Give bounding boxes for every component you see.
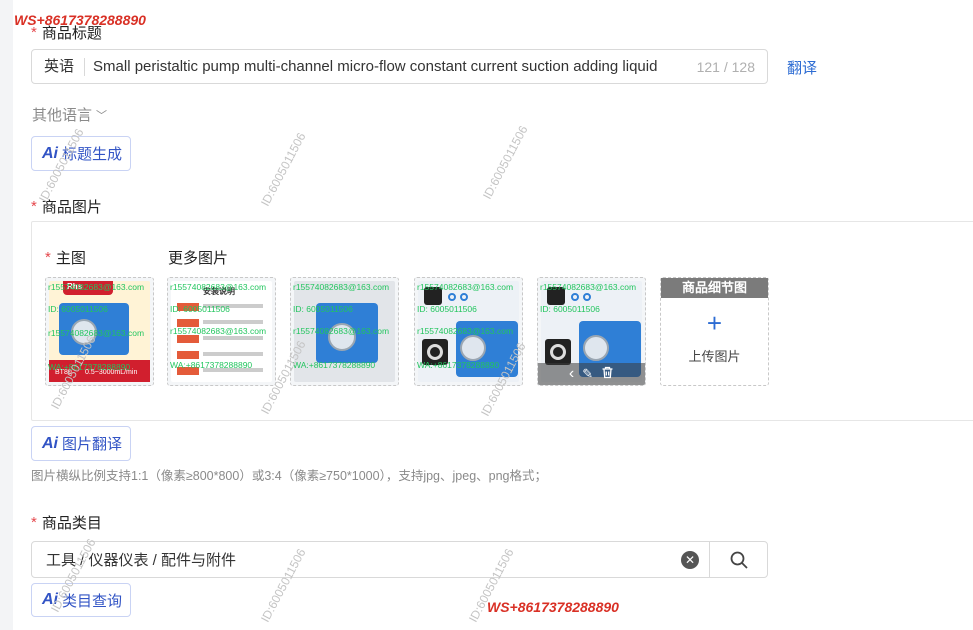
pump-head [583,335,609,361]
product-category-label: * 商品类目 [31,512,102,533]
email-watermark: r15574082683@163.com [540,282,637,292]
clear-icon[interactable]: ✕ [681,550,699,569]
category-lookup-button[interactable]: Ai 类目查询 [31,583,132,617]
email-watermark: r15574082683@163.com [417,282,514,292]
other-languages-toggle[interactable]: 其他语言 ﹀ [32,104,107,125]
upload-image-label: 上传图片 [688,349,741,364]
pump-head [460,335,486,361]
email-watermark: r15574082683@163.com [48,282,145,292]
product-title-label: * 商品标题 [31,22,102,43]
search-button[interactable] [709,542,767,577]
chevron-down-icon: ﹀ [96,109,108,122]
plus-icon: + [706,308,723,338]
edit-icon[interactable]: ✎ [582,366,593,382]
id-watermark: ID:6005011506 [480,123,531,202]
left-panel-edge [0,0,13,630]
wa-watermark: WA:+8617378288890 [293,360,376,370]
doc-row [177,351,199,359]
image-format-hint: 图片横纵比例支持1:1（像素≥800*800）或3:4（像素≥750*1000）… [31,469,547,483]
translate-images-button[interactable]: Ai 图片翻译 [31,426,132,461]
detail-ring [427,344,443,360]
other-languages-label: 其他语言 [32,107,93,124]
email-watermark: r15574082683@163.com [48,328,145,338]
id-watermark: ID: 6005011506 [293,304,353,314]
doc-row [203,320,263,324]
wa-watermark: WA:+8617378288890 [417,360,500,370]
email-watermark: r15574082683@163.com [170,326,267,336]
trash-icon[interactable] [601,366,614,382]
translate-link[interactable]: 翻译 [787,57,817,78]
category-value[interactable]: 工具 / 仪器仪表 / 配件与附件 [32,549,681,570]
product-title-input[interactable]: 英语 Small peristaltic pump multi-channel … [31,49,768,84]
wa-watermark: WA:+8617378288890 [48,362,131,372]
language-selector[interactable]: 英语 [32,57,86,76]
product-category-label-text: 商品类目 [41,515,102,532]
email-watermark: r15574082683@163.com [170,282,267,292]
product-title-value[interactable]: Small peristaltic pump multi-channel mic… [85,58,691,75]
more-images-label: 更多图片 [168,250,229,267]
more-image-thumbnail-hovered[interactable]: r15574082683@163.com ID: 6005011506 ‹ ✎ [537,277,646,386]
thumbnail-action-bar: ‹ ✎ [538,363,645,385]
detail-dot [583,293,591,301]
contact-watermark-bottom: WS+8617378288890 [487,599,619,615]
translate-images-label: 图片翻译 [62,436,123,453]
id-watermark: ID: 6005011506 [48,304,108,314]
detail-ring [550,344,566,360]
ai-icon: Ai [42,434,58,452]
required-mark: * [45,249,51,266]
detail-dot [460,293,468,301]
required-mark: * [31,24,37,41]
more-image-thumbnail[interactable]: 安装说明 r15574082683@163.com ID: 6005011506… [167,277,276,386]
product-title-label-text: 商品标题 [41,25,102,42]
more-image-thumbnail[interactable]: r15574082683@163.com ID: 6005011506 r155… [290,277,399,386]
id-watermark: ID: 6005011506 [417,304,477,314]
upload-detail-image[interactable]: 商品细节图 + 上传图片 [660,277,769,386]
doc-row [203,352,263,356]
id-watermark: ID: 6005011506 [540,304,600,314]
main-image-thumbnail[interactable]: Rhs BT80 0.5~3000mL/min r15574082683@163… [45,277,154,386]
search-icon [730,551,748,569]
main-image-label: * 主图 [45,247,86,268]
main-image-label-text: 主图 [55,250,86,267]
email-watermark: r15574082683@163.com [417,326,514,336]
email-watermark: r15574082683@163.com [293,282,390,292]
detail-dot [571,293,579,301]
id-watermark: ID:6005011506 [258,130,309,209]
required-mark: * [31,198,37,215]
char-counter: 121 / 128 [696,58,755,75]
category-search-field[interactable]: 工具 / 仪器仪表 / 配件与附件 ✕ [31,541,768,578]
detail-dot [448,293,456,301]
move-left-icon[interactable]: ‹ [569,365,574,383]
doc-row [177,335,199,343]
wa-watermark: WA:+8617378288890 [170,360,253,370]
id-watermark: ID: 6005011506 [170,304,230,314]
detail-image-header: 商品细节图 [661,278,768,298]
required-mark: * [31,514,37,531]
doc-row [203,336,263,340]
email-watermark: r15574082683@163.com [293,326,390,336]
